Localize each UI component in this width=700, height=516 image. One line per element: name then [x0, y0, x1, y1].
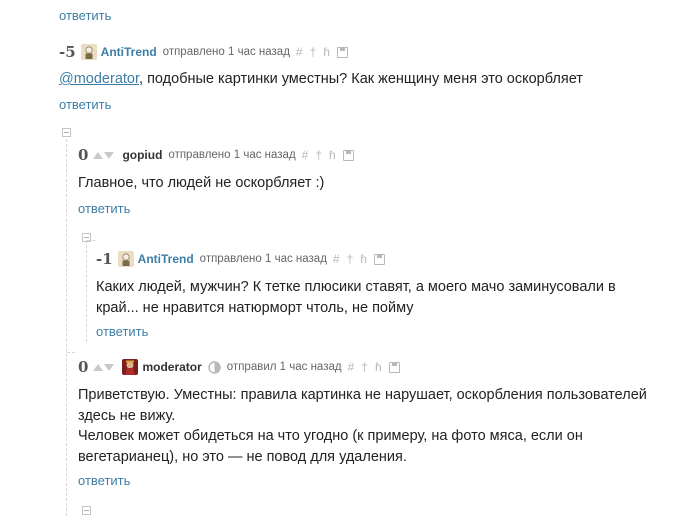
comment-text: Приветствую. Уместны: правила картинка н…	[78, 385, 647, 467]
reply-link[interactable]: ответить	[96, 324, 148, 339]
branch-icon[interactable]: ɦ	[329, 148, 336, 162]
comment-line: край... не нравится натюрморт чтоль, не …	[96, 299, 414, 316]
comment-line: здесь не вижу.	[78, 407, 176, 424]
comment-time: отправлено 1 час назад	[168, 149, 296, 161]
branch-icon[interactable]: ɦ	[375, 360, 382, 374]
comment-line: вегетарианец), но это — не повод для уда…	[78, 448, 407, 465]
avatar[interactable]	[117, 251, 134, 267]
pin-icon[interactable]: †	[347, 252, 354, 266]
author-name[interactable]: gopiud	[122, 148, 162, 162]
vote-arrows	[93, 363, 115, 371]
hash-icon[interactable]: #	[302, 148, 309, 162]
author-name[interactable]: AntiTrend	[101, 45, 157, 59]
downvote-icon[interactable]	[104, 363, 115, 371]
thread-line	[67, 352, 75, 353]
thread-line	[66, 139, 67, 516]
hash-icon[interactable]: #	[333, 252, 340, 266]
pin-icon[interactable]: †	[361, 360, 368, 374]
comment-line: Каких людей, мужчин? К тетке плюсики ста…	[96, 279, 616, 295]
branch-icon[interactable]: ɦ	[323, 45, 330, 59]
comment-time: отправлено 1 час назад	[162, 46, 290, 58]
upvote-icon[interactable]	[93, 363, 104, 371]
comment-text: Каких людей, мужчин? К тетке плюсики ста…	[96, 277, 616, 318]
collapse-toggle[interactable]	[82, 233, 91, 242]
reply-link[interactable]: ответить	[78, 473, 130, 488]
avatar[interactable]	[122, 359, 139, 375]
thread-line	[86, 240, 87, 342]
comment-text: @moderator, подобные картинки уместны? К…	[59, 69, 583, 90]
upvote-icon[interactable]	[93, 151, 104, 159]
comment-time: отправил 1 час назад	[226, 361, 342, 373]
collapse-toggle[interactable]	[82, 506, 91, 515]
save-icon[interactable]	[388, 361, 400, 373]
comment-rating: -1	[96, 250, 113, 268]
moderator-badge-icon	[208, 360, 221, 374]
comment-line: Приветствую. Уместны: правила картинка н…	[78, 387, 647, 403]
author-name[interactable]: AntiTrend	[138, 252, 194, 266]
reply-link[interactable]: ответить	[59, 97, 111, 112]
comment-line: Человек может обидеться на что угодно (к…	[78, 428, 583, 444]
save-icon[interactable]	[373, 253, 385, 265]
reply-link[interactable]: ответить	[59, 8, 111, 23]
comment-rating: 0	[78, 358, 89, 376]
comment-body: , подобные картинки уместны? Как женщину…	[139, 71, 583, 87]
downvote-icon[interactable]	[104, 151, 115, 159]
collapse-toggle[interactable]	[62, 128, 71, 137]
save-icon[interactable]	[342, 149, 354, 161]
comment-time: отправлено 1 час назад	[199, 253, 327, 265]
comment-header: 0 gopiud отправлено 1 час назад # † ɦ	[78, 146, 354, 164]
save-icon[interactable]	[336, 46, 348, 58]
comment-rating: -5	[59, 43, 76, 61]
comment-text: Главное, что людей не оскорбляет :)	[78, 175, 325, 191]
vote-arrows	[93, 151, 115, 159]
comment-header: 0 moderator отправил 1 час назад # † ɦ	[78, 358, 400, 376]
avatar[interactable]	[80, 44, 97, 60]
comment-rating: 0	[78, 146, 89, 164]
branch-icon[interactable]: ɦ	[360, 252, 367, 266]
author-name[interactable]: moderator	[142, 360, 201, 374]
pin-icon[interactable]: †	[310, 45, 317, 59]
pin-icon[interactable]: †	[315, 148, 322, 162]
mention-link[interactable]: @moderator	[59, 71, 139, 87]
comment-header: -5 AntiTrend отправлено 1 час назад # † …	[59, 43, 348, 61]
hash-icon[interactable]: #	[296, 45, 303, 59]
comment-header: -1 AntiTrend отправлено 1 час назад # † …	[96, 250, 385, 268]
hash-icon[interactable]: #	[348, 360, 355, 374]
reply-link[interactable]: ответить	[78, 201, 130, 216]
